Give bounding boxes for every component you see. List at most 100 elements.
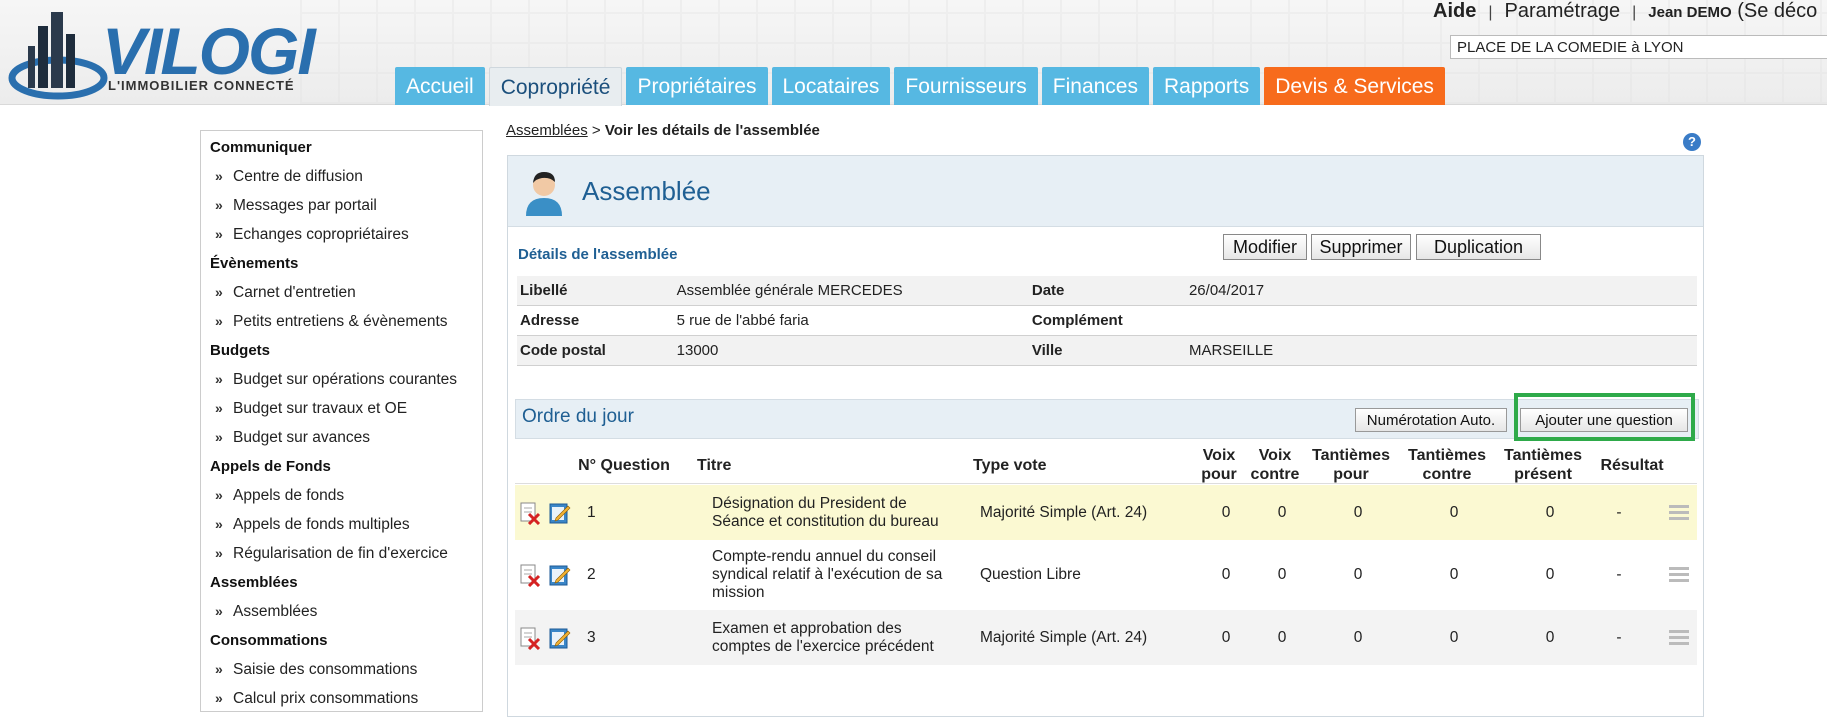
drag-handle-icon[interactable] — [1667, 610, 1691, 665]
tab-finances[interactable]: Finances — [1041, 67, 1149, 105]
sidebar-item[interactable]: » Appels de fonds multiples — [201, 510, 482, 539]
sidebar-item-label: Appels de fonds multiples — [233, 516, 410, 533]
help-icon[interactable]: ? — [1683, 133, 1701, 151]
sidebar-item[interactable]: » Budget sur avances — [201, 423, 482, 452]
vilogi-logo[interactable]: VILOGI L'IMMOBILIER CONNECTÉ — [8, 6, 328, 102]
resultat-value-text: - — [1616, 628, 1622, 646]
question-row[interactable]: 3 Examen et approbation des comptes de l'… — [515, 610, 1697, 665]
question-vote-type: Majorité Simple (Art. 24) — [980, 610, 1200, 665]
sidebar-item[interactable]: » Messages par portail — [201, 191, 482, 220]
sidebar-item-label: Calcul prix consommations — [233, 690, 419, 707]
col-label-line: Tantièmes — [1312, 447, 1390, 464]
question-vote-type: Majorité Simple (Art. 24) — [980, 485, 1200, 540]
sidebar-item[interactable]: » Saisie des consommations — [201, 655, 482, 684]
edit-question-icon[interactable] — [548, 485, 576, 540]
double-chevron-icon: » — [215, 487, 223, 503]
double-chevron-icon: » — [215, 226, 223, 242]
detail-value: 26/04/2017 — [1185, 276, 1697, 306]
col-label-line: pour — [1201, 466, 1237, 483]
breadcrumb-current: Voir les détails de l'assemblée — [604, 122, 820, 139]
resultat-value: - — [1599, 485, 1639, 540]
col-label-line: Voix — [1258, 447, 1292, 464]
details-table: Libellé Assemblée générale MERCEDES Date 26… — [517, 276, 1697, 366]
drag-handle-icon[interactable] — [1667, 485, 1691, 540]
logout-link[interactable]: (Se déco — [1737, 0, 1817, 22]
sidebar-item[interactable]: » Régularisation de fin d'exercice — [201, 539, 482, 568]
detail-row: Libellé Assemblée générale MERCEDES Date 26… — [517, 276, 1697, 306]
panel-header: Assemblée — [508, 156, 1703, 227]
sidebar-item[interactable]: » Appels de fonds — [201, 481, 482, 510]
tantiemes-pour-value-text: 0 — [1353, 503, 1363, 521]
numerotation-auto-button[interactable]: Numérotation Auto. — [1355, 408, 1507, 432]
sidebar-group-title: Appels de Fonds — [210, 458, 331, 475]
supprimer-button[interactable]: Supprimer — [1311, 234, 1411, 260]
link-separator: | — [1632, 4, 1637, 21]
double-chevron-icon: » — [215, 545, 223, 561]
sidebar-item[interactable]: » Assemblées — [201, 597, 482, 626]
question-number: 2 — [587, 540, 617, 610]
double-chevron-icon: » — [215, 313, 223, 329]
settings-link[interactable]: Paramétrage — [1505, 0, 1621, 22]
sidebar-item[interactable]: » Petits entretiens & évènements — [201, 307, 482, 336]
sidebar-item-label: Saisie des consommations — [233, 661, 418, 678]
sidebar-item[interactable]: » Budget sur travaux et OE — [201, 394, 482, 423]
ordre-du-jour-title: Ordre du jour — [522, 406, 634, 427]
edit-question-icon[interactable] — [548, 610, 576, 665]
voix-pour-value-text: 0 — [1221, 628, 1231, 646]
sidebar-item[interactable]: » Calcul prix consommations — [201, 684, 482, 713]
detail-value: Assemblée générale MERCEDES — [673, 276, 1029, 306]
question-title-text: Désignation du President de Séance et co… — [712, 494, 939, 530]
tab-fournisseurs[interactable]: Fournisseurs — [894, 67, 1038, 105]
tantiemes-contre-value: 0 — [1411, 485, 1497, 540]
sidebar-item[interactable]: » Echanges copropriétaires — [201, 220, 482, 249]
question-number-text: 3 — [587, 628, 596, 646]
page-title: Assemblée — [582, 176, 711, 206]
detail-key: Date — [1028, 276, 1186, 306]
voix-contre-value: 0 — [1254, 610, 1310, 665]
tab-accueil[interactable]: Accueil — [395, 67, 485, 105]
question-title[interactable]: Examen et approbation des comptes de l'e… — [712, 610, 952, 665]
voix-contre-value: 0 — [1254, 485, 1310, 540]
copropriete-selector[interactable]: PLACE DE LA COMEDIE à LYON — [1450, 35, 1827, 59]
double-chevron-icon: » — [215, 690, 223, 706]
question-number: 1 — [587, 485, 617, 540]
col-voix-pour: Voix pour — [1191, 446, 1247, 484]
question-row[interactable]: 1 Désignation du President de Séance et c… — [515, 485, 1697, 540]
help-link[interactable]: Aide — [1433, 0, 1476, 22]
voix-pour-value-text: 0 — [1221, 503, 1231, 521]
col-tantiemes-present: Tantièmes présent — [1500, 446, 1586, 484]
sidebar-item-label: Carnet d'entretien — [233, 284, 356, 301]
duplication-button[interactable]: Duplication — [1416, 234, 1541, 260]
drag-handle-icon[interactable] — [1667, 540, 1691, 610]
breadcrumb-link-assemblees[interactable]: Assemblées — [506, 122, 588, 139]
detail-key: Libellé — [517, 276, 674, 306]
col-resultat: Résultat — [1600, 457, 1664, 474]
tab-devis-services[interactable]: Devis & Services — [1264, 67, 1445, 105]
col-label-line: Tantièmes — [1408, 447, 1486, 464]
tab-rapports[interactable]: Rapports — [1153, 67, 1261, 105]
tab-copropriete[interactable]: Copropriété — [488, 67, 623, 106]
col-label-line: Tantièmes — [1504, 447, 1582, 464]
question-title[interactable]: Désignation du President de Séance et co… — [712, 485, 952, 540]
delete-question-icon[interactable] — [519, 610, 545, 665]
sidebar-item[interactable]: » Centre de diffusion — [201, 162, 482, 191]
sidebar-group-title: Communiquer — [210, 139, 312, 156]
delete-question-icon[interactable] — [519, 485, 545, 540]
question-title[interactable]: Compte-rendu annuel du conseil syndical … — [712, 540, 952, 610]
sidebar-item[interactable]: » Carnet d'entretien — [201, 278, 482, 307]
logo-tagline: L'IMMOBILIER CONNECTÉ — [108, 78, 295, 93]
edit-question-icon[interactable] — [548, 540, 576, 610]
resultat-value-text: - — [1616, 566, 1622, 583]
delete-question-icon[interactable] — [519, 540, 545, 610]
question-row[interactable]: 2 Compte-rendu annuel du conseil syndical… — [515, 540, 1697, 610]
double-chevron-icon: » — [215, 661, 223, 677]
building-logo-icon — [8, 12, 108, 100]
tab-proprietaires[interactable]: Propriétaires — [626, 67, 768, 105]
sidebar-item[interactable]: » Budget sur opérations courantes — [201, 365, 482, 394]
question-vote-type: Question Libre — [980, 540, 1200, 610]
modifier-button[interactable]: Modifier — [1223, 234, 1307, 260]
sidebar-item-label: Centre de diffusion — [233, 168, 363, 185]
tab-locataires[interactable]: Locataires — [771, 67, 891, 105]
top-links: Aide | Paramétrage | Jean DEMO (Se déco — [1433, 0, 1817, 22]
col-type-vote: Type vote — [973, 457, 1047, 474]
